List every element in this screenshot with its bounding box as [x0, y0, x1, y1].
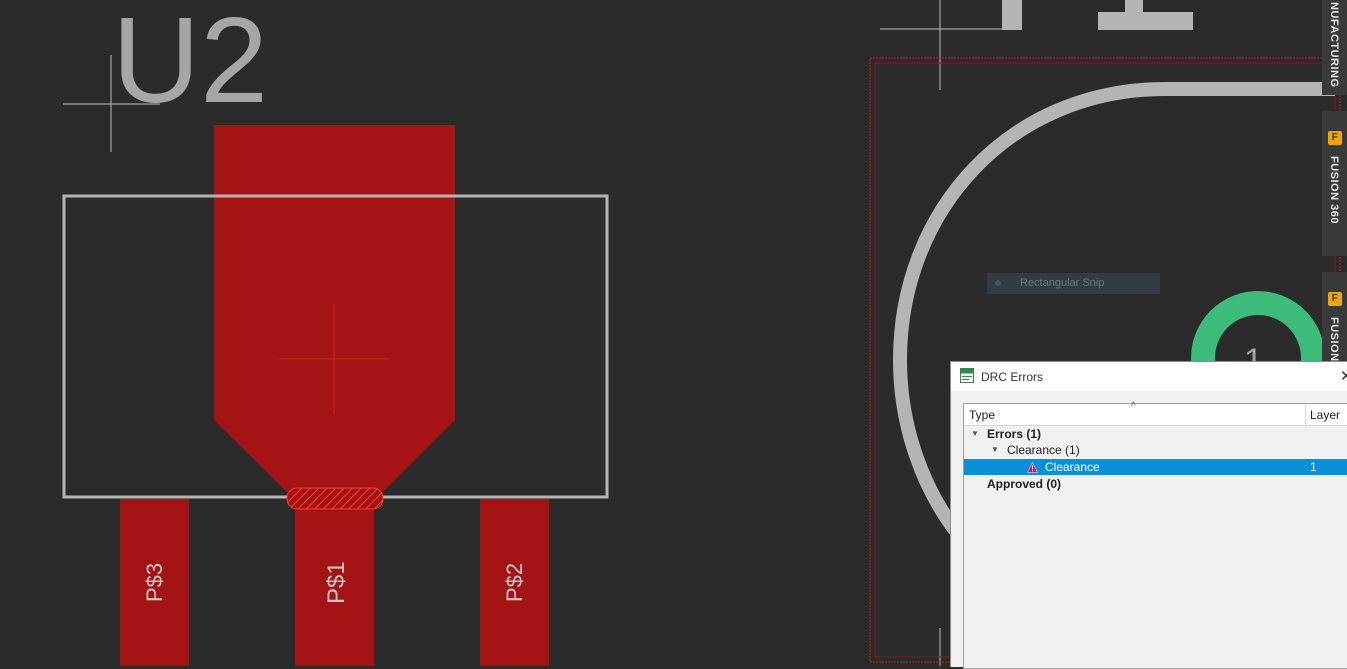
- fusion-icon: F: [1328, 131, 1342, 145]
- expand-arrow-icon[interactable]: ▼: [991, 442, 999, 458]
- silk-fragment: [1125, 0, 1143, 14]
- tree-row-errors[interactable]: ▼ Errors (1): [964, 426, 1347, 442]
- pad-label-p3: P$3: [142, 563, 167, 602]
- row-layer: 1: [1310, 460, 1317, 474]
- close-icon[interactable]: ✕: [1340, 367, 1347, 385]
- expand-arrow-icon[interactable]: ▼: [971, 426, 979, 442]
- dialog-titlebar[interactable]: DRC Errors ✕: [951, 362, 1347, 391]
- column-header-type[interactable]: Type: [969, 408, 995, 422]
- sort-arrow-icon: ^: [1131, 401, 1136, 412]
- tree-row-clearance-error[interactable]: Clearance 1: [964, 459, 1347, 475]
- column-header-layer[interactable]: Layer: [1310, 408, 1340, 422]
- fusion-icon: F: [1328, 292, 1342, 306]
- tab-fusion360[interactable]: F FUSION 360: [1322, 111, 1347, 256]
- snip-label: Rectangular Snip: [1020, 277, 1105, 289]
- pad-label-p1: P$1: [323, 561, 350, 604]
- drc-error-tree[interactable]: ^ Type Layer ▼ Errors (1) ▼ Clearance (1…: [963, 401, 1347, 669]
- drc-errors-dialog: DRC Errors ✕ ^ Type Layer ▼ Errors (1) ▼…: [950, 361, 1347, 669]
- ref-designator-label: U2: [112, 0, 268, 128]
- tab-manufacturing[interactable]: NUFACTURING: [1322, 0, 1347, 95]
- rectangular-snip-tooltip: Rectangular Snip: [987, 273, 1160, 294]
- clearance-error-marker[interactable]: [286, 487, 384, 510]
- row-label: Clearance: [1045, 460, 1100, 474]
- row-label: Approved (0): [987, 477, 1062, 491]
- tab-manufacturing-label: NUFACTURING: [1328, 2, 1340, 88]
- silk-fragment: [1098, 12, 1193, 30]
- dialog-title: DRC Errors: [981, 370, 1043, 384]
- drc-app-icon: [960, 368, 974, 383]
- tree-row-clearance-group[interactable]: ▼ Clearance (1): [964, 442, 1347, 458]
- tab-fusion[interactable]: F FUSION: [1322, 272, 1347, 372]
- row-label: Clearance (1): [1007, 443, 1080, 457]
- row-label: Errors (1): [987, 427, 1042, 441]
- snip-icon: [995, 280, 1001, 286]
- silk-fragment: [1002, 0, 1022, 30]
- error-icon: [1027, 462, 1038, 473]
- tab-fusion-label: FUSION: [1328, 317, 1340, 362]
- tab-fusion360-label: FUSION 360: [1328, 156, 1340, 224]
- pad-label-p2: P$2: [502, 563, 527, 602]
- tree-row-approved[interactable]: Approved (0): [964, 476, 1347, 492]
- column-separator[interactable]: [1305, 404, 1306, 425]
- tree-header: ^ Type Layer: [964, 401, 1347, 426]
